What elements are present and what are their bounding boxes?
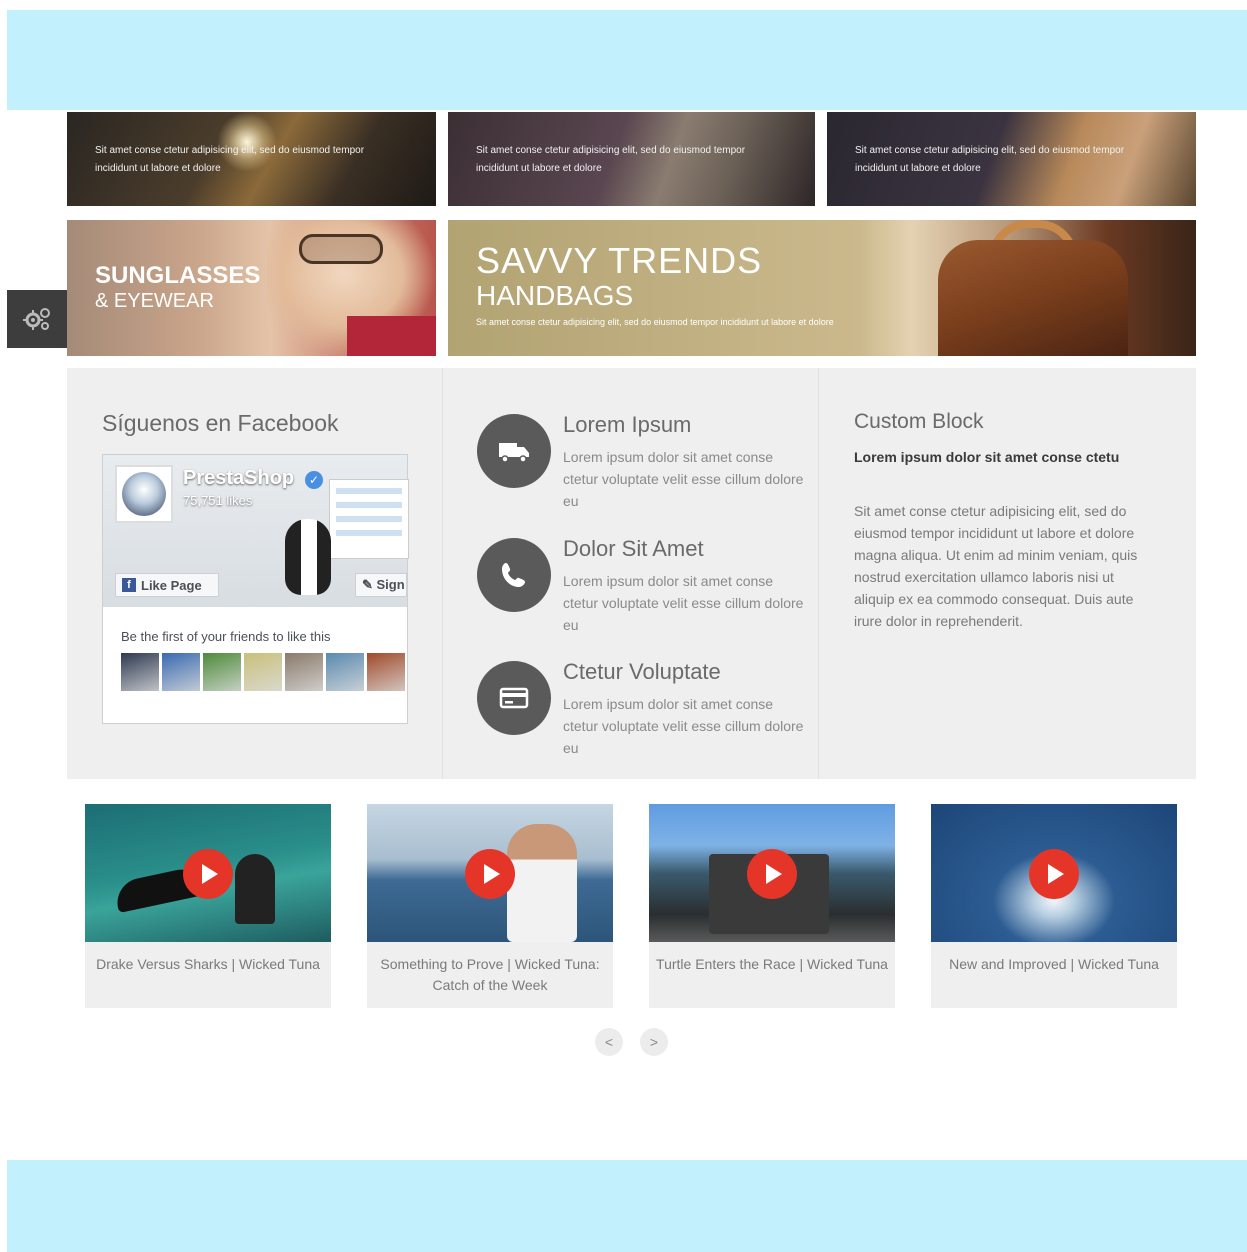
service-title: Dolor Sit Amet: [563, 536, 704, 561]
video-title[interactable]: Turtle Enters the Race | Wicked Tuna: [649, 954, 895, 975]
handbags-banner[interactable]: SAVVY TRENDS HANDBAGS Sit amet conse cte…: [448, 220, 1196, 356]
video-thumbnail[interactable]: [931, 804, 1177, 942]
friend-avatar[interactable]: [285, 653, 323, 691]
custom-block-title: Custom Block: [854, 410, 984, 433]
bottom-color-band: [7, 1160, 1247, 1252]
service-title: Lorem Ipsum: [563, 412, 692, 437]
sign-up-label: Sign Up: [376, 577, 406, 592]
video-thumbnail[interactable]: [649, 804, 895, 942]
sunglasses-banner[interactable]: SUNGLASSES & EYEWEAR: [67, 220, 436, 356]
services-column: Lorem Ipsum Lorem ipsum dolor sit amet c…: [443, 368, 819, 779]
play-icon[interactable]: [465, 849, 515, 899]
video-card[interactable]: Something to Prove | Wicked Tuna: Catch …: [367, 804, 613, 1008]
video-thumbnail[interactable]: [85, 804, 331, 942]
custom-block-body: Sit amet conse ctetur adipisicing elit, …: [854, 503, 1138, 629]
truck-icon: [499, 443, 529, 463]
service-text: Lorem ipsum dolor sit amet conse ctetur …: [563, 696, 804, 756]
friend-avatar[interactable]: [203, 653, 241, 691]
sign-up-button[interactable]: ✎ Sign Up: [355, 573, 407, 597]
video-title[interactable]: Something to Prove | Wicked Tuna: Catch …: [367, 954, 613, 996]
play-icon[interactable]: [747, 849, 797, 899]
service-text: Lorem ipsum dolor sit amet conse ctetur …: [563, 449, 804, 509]
top-color-band: [7, 10, 1247, 110]
banner-subtitle: HANDBAGS: [476, 280, 634, 311]
video-card[interactable]: Turtle Enters the Race | Wicked Tuna: [649, 804, 895, 1008]
friend-avatar[interactable]: [244, 653, 282, 691]
banner-caption: Sit amet conse ctetur adipisicing elit, …: [476, 145, 746, 174]
video-title[interactable]: New and Improved | Wicked Tuna: [931, 954, 1177, 975]
facebook-widget[interactable]: PrestaShop ✓ 75,751 likes f Like Page ✎ …: [102, 454, 409, 724]
video-card[interactable]: New and Improved | Wicked Tuna: [931, 804, 1177, 1008]
facebook-likes: 75,751 likes: [183, 493, 253, 508]
service-icon-circle: [477, 538, 551, 612]
gears-icon: [23, 308, 50, 330]
facebook-avatar[interactable]: [115, 465, 173, 523]
previous-button[interactable]: <: [595, 1028, 623, 1056]
video-title[interactable]: Drake Versus Sharks | Wicked Tuna: [85, 954, 331, 975]
friend-avatar[interactable]: [121, 653, 159, 691]
custom-block-lead: Lorem ipsum dolor sit amet conse ctetu: [854, 449, 1120, 465]
facebook-heading: Síguenos en Facebook: [102, 410, 339, 436]
page: { "top_banners": [ {"caption": "Sit amet…: [0, 0, 1247, 1252]
service-title: Ctetur Voluptate: [563, 659, 721, 684]
play-icon[interactable]: [1029, 849, 1079, 899]
settings-tab[interactable]: [7, 290, 67, 348]
friend-faces: [121, 653, 405, 691]
phone-icon: [502, 563, 525, 587]
banner-subtitle: & EYEWEAR: [95, 290, 214, 312]
like-page-label: Like Page: [141, 577, 202, 593]
promo-banner-1[interactable]: Sit amet conse ctetur adipisicing elit, …: [67, 112, 436, 206]
verified-icon: ✓: [305, 471, 323, 489]
video-thumbnail[interactable]: [367, 804, 613, 942]
friends-text: Be the first of your friends to like thi…: [121, 629, 331, 644]
credit-card-icon: [499, 687, 529, 709]
like-page-button[interactable]: f Like Page: [115, 573, 219, 597]
diver-graphic: [235, 854, 275, 924]
banner-title: SAVVY TRENDS: [476, 240, 763, 281]
cover-screen-graphic: [329, 479, 409, 559]
banner-caption: Sit amet conse ctetur adipisicing elit, …: [476, 317, 834, 327]
model-shirt: [347, 316, 436, 356]
custom-block-column: Custom Block Lorem ipsum dolor sit amet …: [819, 368, 1196, 779]
service-icon-circle: [477, 414, 551, 488]
sunglasses-graphic: [299, 234, 383, 264]
video-card[interactable]: Drake Versus Sharks | Wicked Tuna: [85, 804, 331, 1008]
info-panel: Síguenos en Facebook PrestaShop ✓ 75,751…: [67, 368, 1196, 779]
banner-caption: Sit amet conse ctetur adipisicing elit, …: [855, 145, 1125, 174]
friend-avatar[interactable]: [162, 653, 200, 691]
facebook-icon: f: [122, 578, 136, 592]
service-text: Lorem ipsum dolor sit amet conse ctetur …: [563, 573, 804, 633]
play-icon[interactable]: [183, 849, 233, 899]
promo-banner-2[interactable]: Sit amet conse ctetur adipisicing elit, …: [448, 112, 815, 206]
fisherman-graphic: [507, 824, 577, 942]
friend-avatar[interactable]: [367, 653, 405, 691]
service-icon-circle: [477, 661, 551, 735]
promo-banner-3[interactable]: Sit amet conse ctetur adipisicing elit, …: [827, 112, 1196, 206]
next-button[interactable]: >: [640, 1028, 668, 1056]
facebook-column: Síguenos en Facebook PrestaShop ✓ 75,751…: [67, 368, 443, 779]
banner-caption: Sit amet conse ctetur adipisicing elit, …: [95, 145, 365, 174]
friend-avatar[interactable]: [326, 653, 364, 691]
handbag-graphic: [938, 240, 1128, 356]
banner-title: SUNGLASSES: [95, 262, 261, 289]
mascot-graphic: [285, 519, 331, 595]
facebook-page-name[interactable]: PrestaShop: [183, 467, 294, 490]
